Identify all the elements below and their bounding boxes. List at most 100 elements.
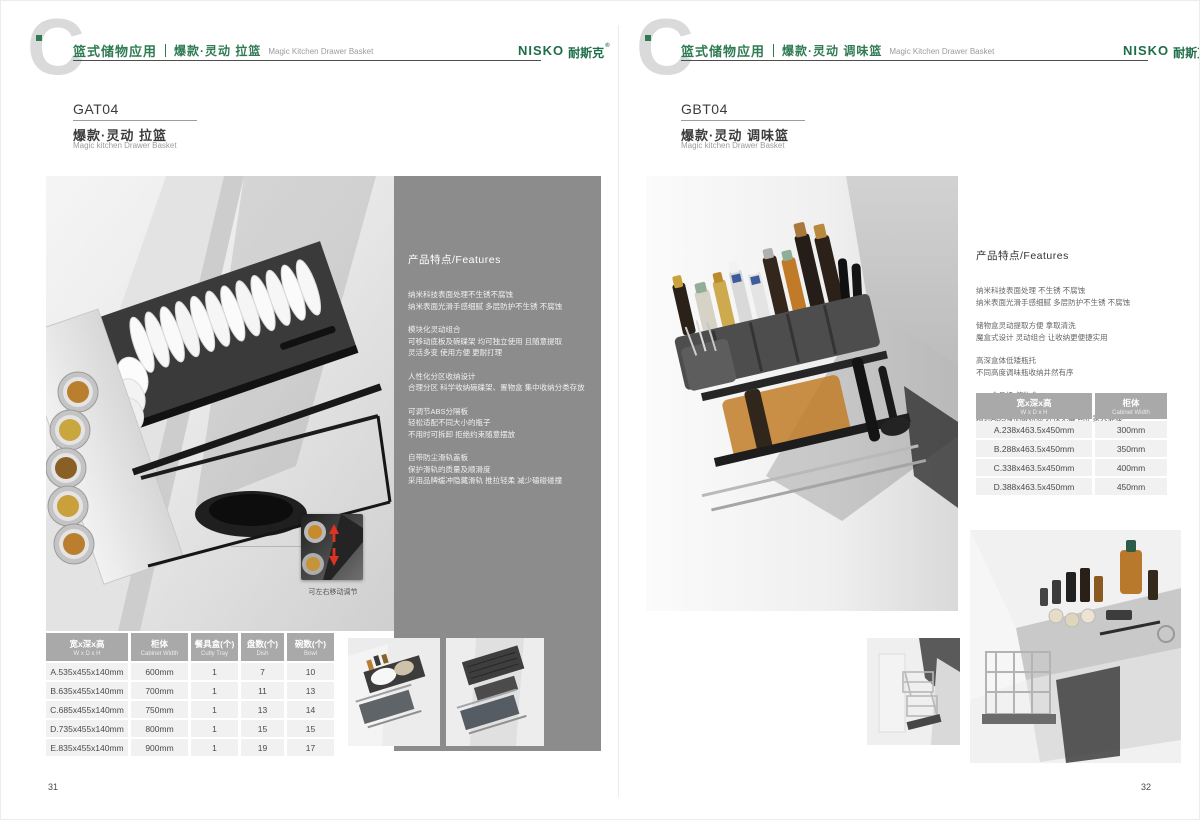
header-rule: [73, 60, 541, 61]
table-cell: 1: [191, 663, 238, 680]
feature-paragraph: 人性化分区收纳设计 合理分区 科学收纳碗碟架、置物盒 集中收纳分类存放: [408, 371, 588, 394]
table-cell: 14: [287, 701, 334, 718]
left-small-photo-1: [348, 638, 440, 746]
product-name-en: Magic kitchen Drawer Basket: [681, 141, 785, 150]
right-spec-table: 宽x深x高W x D x H 柜体Cabinet Width A.238x463…: [976, 393, 1167, 495]
table-cell: 300mm: [1095, 421, 1167, 438]
feature-line: 不同高度调味瓶收纳井然有序: [976, 367, 1188, 379]
table-cell: A.238x463.5x450mm: [976, 421, 1092, 438]
right-tall-photo: [970, 530, 1181, 763]
table-cell: 1: [191, 720, 238, 737]
table-cell: 15: [287, 720, 334, 737]
table-cell: 13: [241, 701, 284, 718]
table-header-cell: 宽x深x高W x D x H: [46, 633, 128, 661]
category-label: 篮式储物应用: [681, 41, 765, 60]
table-cell: 19: [241, 739, 284, 756]
nisko-logo: NISKO 耐斯克 ®: [518, 43, 610, 61]
feature-line: 模块化灵动组合: [408, 324, 588, 336]
table-cell: B.288x463.5x450mm: [976, 440, 1092, 457]
page-number: 31: [48, 782, 58, 792]
feature-paragraph: 纳米科技表面处理 不生锈 不腐蚀 纳米表面光滑手感细腻 多层防护不生锈 不腐蚀: [976, 285, 1188, 308]
header-rule: [681, 60, 1148, 61]
feature-line: 纳米科技表面处理 不生锈 不腐蚀: [976, 285, 1188, 297]
table-cell: 400mm: [1095, 459, 1167, 476]
table-header-cell: 盘数(个)Dish: [241, 633, 284, 661]
right-main-photo: [646, 176, 958, 611]
watermark-green-dot: [36, 35, 42, 41]
feature-line: 可移动底板及碗碟架 均可独立使用 且随意提取: [408, 336, 588, 348]
series-label-en: Magic Kitchen Drawer Basket: [889, 45, 994, 56]
table-cell: 13: [287, 682, 334, 699]
series-label: 爆款·灵动 拉篮: [174, 42, 261, 59]
header-divider: [165, 44, 166, 57]
wire-basket-illustration: [867, 638, 960, 745]
table-cell: 17: [287, 739, 334, 756]
table-cell: C.338x463.5x450mm: [976, 459, 1092, 476]
feature-line: 人性化分区收纳设计: [408, 371, 588, 383]
features-title: 产品特点/Features: [976, 248, 1188, 263]
table-header-cell: 餐具盒(个)Cutly Tray: [191, 633, 238, 661]
product-model: GAT04: [73, 101, 119, 117]
feature-line: 高深盒体低矮瓶托: [976, 355, 1188, 367]
feature-paragraph: 储物盒灵动提取方便 拿取清洗 魔盒式设计 灵动组合 让收纳更便捷实用: [976, 320, 1188, 343]
page-fold-divider: [618, 25, 619, 797]
table-cell: 11: [241, 682, 284, 699]
table-cell: 1: [191, 701, 238, 718]
table-cell: 700mm: [131, 682, 188, 699]
table-cell: E.835x455x140mm: [46, 739, 128, 756]
feature-paragraph: 可调节ABS分隔板 轻松适配不同大小的瓶子 不用时可拆卸 拒绝约束随意摆放: [408, 406, 588, 441]
feature-line: 自带防尘滑轨盖板: [408, 452, 588, 464]
watermark-green-dot: [645, 35, 651, 41]
table-cell: A.535x455x140mm: [46, 663, 128, 680]
table-header-cell: 碗数(个)Bowl: [287, 633, 334, 661]
series-label-en: Magic Kitchen Drawer Basket: [268, 45, 373, 56]
logo-latin: NISKO: [1123, 43, 1169, 58]
model-underline: [73, 120, 197, 121]
logo-cn: 耐斯克: [568, 44, 604, 61]
table-cell: 7: [241, 663, 284, 680]
adjustable-divider-detail-illustration: [301, 514, 363, 580]
category-label: 篮式储物应用: [73, 41, 157, 60]
countertop-scene-illustration: [970, 530, 1181, 763]
feature-line: 纳米表面光滑手感细腻 多层防护不生锈 不腐蚀: [976, 297, 1188, 309]
feature-line: 采用品牌缓冲隐藏滑轨 推拉轻柔 减少磕碰碰撞: [408, 475, 588, 487]
basket-detail-illustration: [348, 638, 440, 746]
logo-latin: NISKO: [518, 43, 564, 58]
feature-paragraph: 自带防尘滑轨盖板 保护滑轨的质量及顺滑度 采用品牌缓冲隐藏滑轨 推拉轻柔 减少磕…: [408, 452, 588, 487]
table-header-cell: 柜体Cabinet Width: [131, 633, 188, 661]
table-header-cell: 柜体Cabinet Width: [1095, 393, 1167, 419]
feature-line: 储物盒灵动提取方便 拿取清洗: [976, 320, 1188, 332]
table-cell: 350mm: [1095, 440, 1167, 457]
table-header-cell: 宽x深x高W x D x H: [976, 393, 1092, 419]
logo-cn: 耐斯克: [1173, 44, 1200, 61]
feature-line: 纳米科技表面处理不生锈不腐蚀: [408, 289, 588, 301]
inset-caption: 可左右移动调节: [289, 587, 377, 597]
table-cell: 800mm: [131, 720, 188, 737]
table-cell: 1: [191, 682, 238, 699]
table-cell: 900mm: [131, 739, 188, 756]
feature-line: 可调节ABS分隔板: [408, 406, 588, 418]
table-cell: 600mm: [131, 663, 188, 680]
feature-paragraph: 纳米科技表面处理不生锈不腐蚀 纳米表面光滑手感细腻 多层防护不生锈 不腐蚀: [408, 289, 588, 312]
product-name-en: Magic kitchen Drawer Basket: [73, 141, 177, 150]
table-cell: 15: [241, 720, 284, 737]
table-cell: B.635x455x140mm: [46, 682, 128, 699]
feature-line: 不用时可拆卸 拒绝约束随意摆放: [408, 429, 588, 441]
page-header: 篮式储物应用 爆款·灵动 拉篮 Magic Kitchen Drawer Bas…: [73, 41, 373, 59]
features-title: 产品特点/Features: [408, 252, 588, 267]
table-cell: 10: [287, 663, 334, 680]
page-header: 篮式储物应用 爆款·灵动 调味篮 Magic Kitchen Drawer Ba…: [681, 41, 994, 59]
feature-paragraph: 高深盒体低矮瓶托 不同高度调味瓶收纳井然有序: [976, 355, 1188, 378]
feature-line: 合理分区 科学收纳碗碟架、置物盒 集中收纳分类存放: [408, 382, 588, 394]
feature-line: 魔盒式设计 灵动组合 让收纳更便捷实用: [976, 332, 1188, 344]
table-cell: C.685x455x140mm: [46, 701, 128, 718]
catalog-spread: C 篮式储物应用 爆款·灵动 拉篮 Magic Kitchen Drawer B…: [0, 0, 1200, 820]
spice-basket-illustration: [646, 176, 958, 611]
feature-line: 轻松适配不同大小的瓶子: [408, 417, 588, 429]
feature-paragraph: 模块化灵动组合 可移动底板及碗碟架 均可独立使用 且随意提取 灵活多变 使用方便…: [408, 324, 588, 359]
header-divider: [773, 44, 774, 57]
feature-line: 灵活多变 使用方便 更耐打理: [408, 347, 588, 359]
table-cell: D.735x455x140mm: [46, 720, 128, 737]
callout-line: [231, 546, 303, 547]
table-cell: D.388x463.5x450mm: [976, 478, 1092, 495]
